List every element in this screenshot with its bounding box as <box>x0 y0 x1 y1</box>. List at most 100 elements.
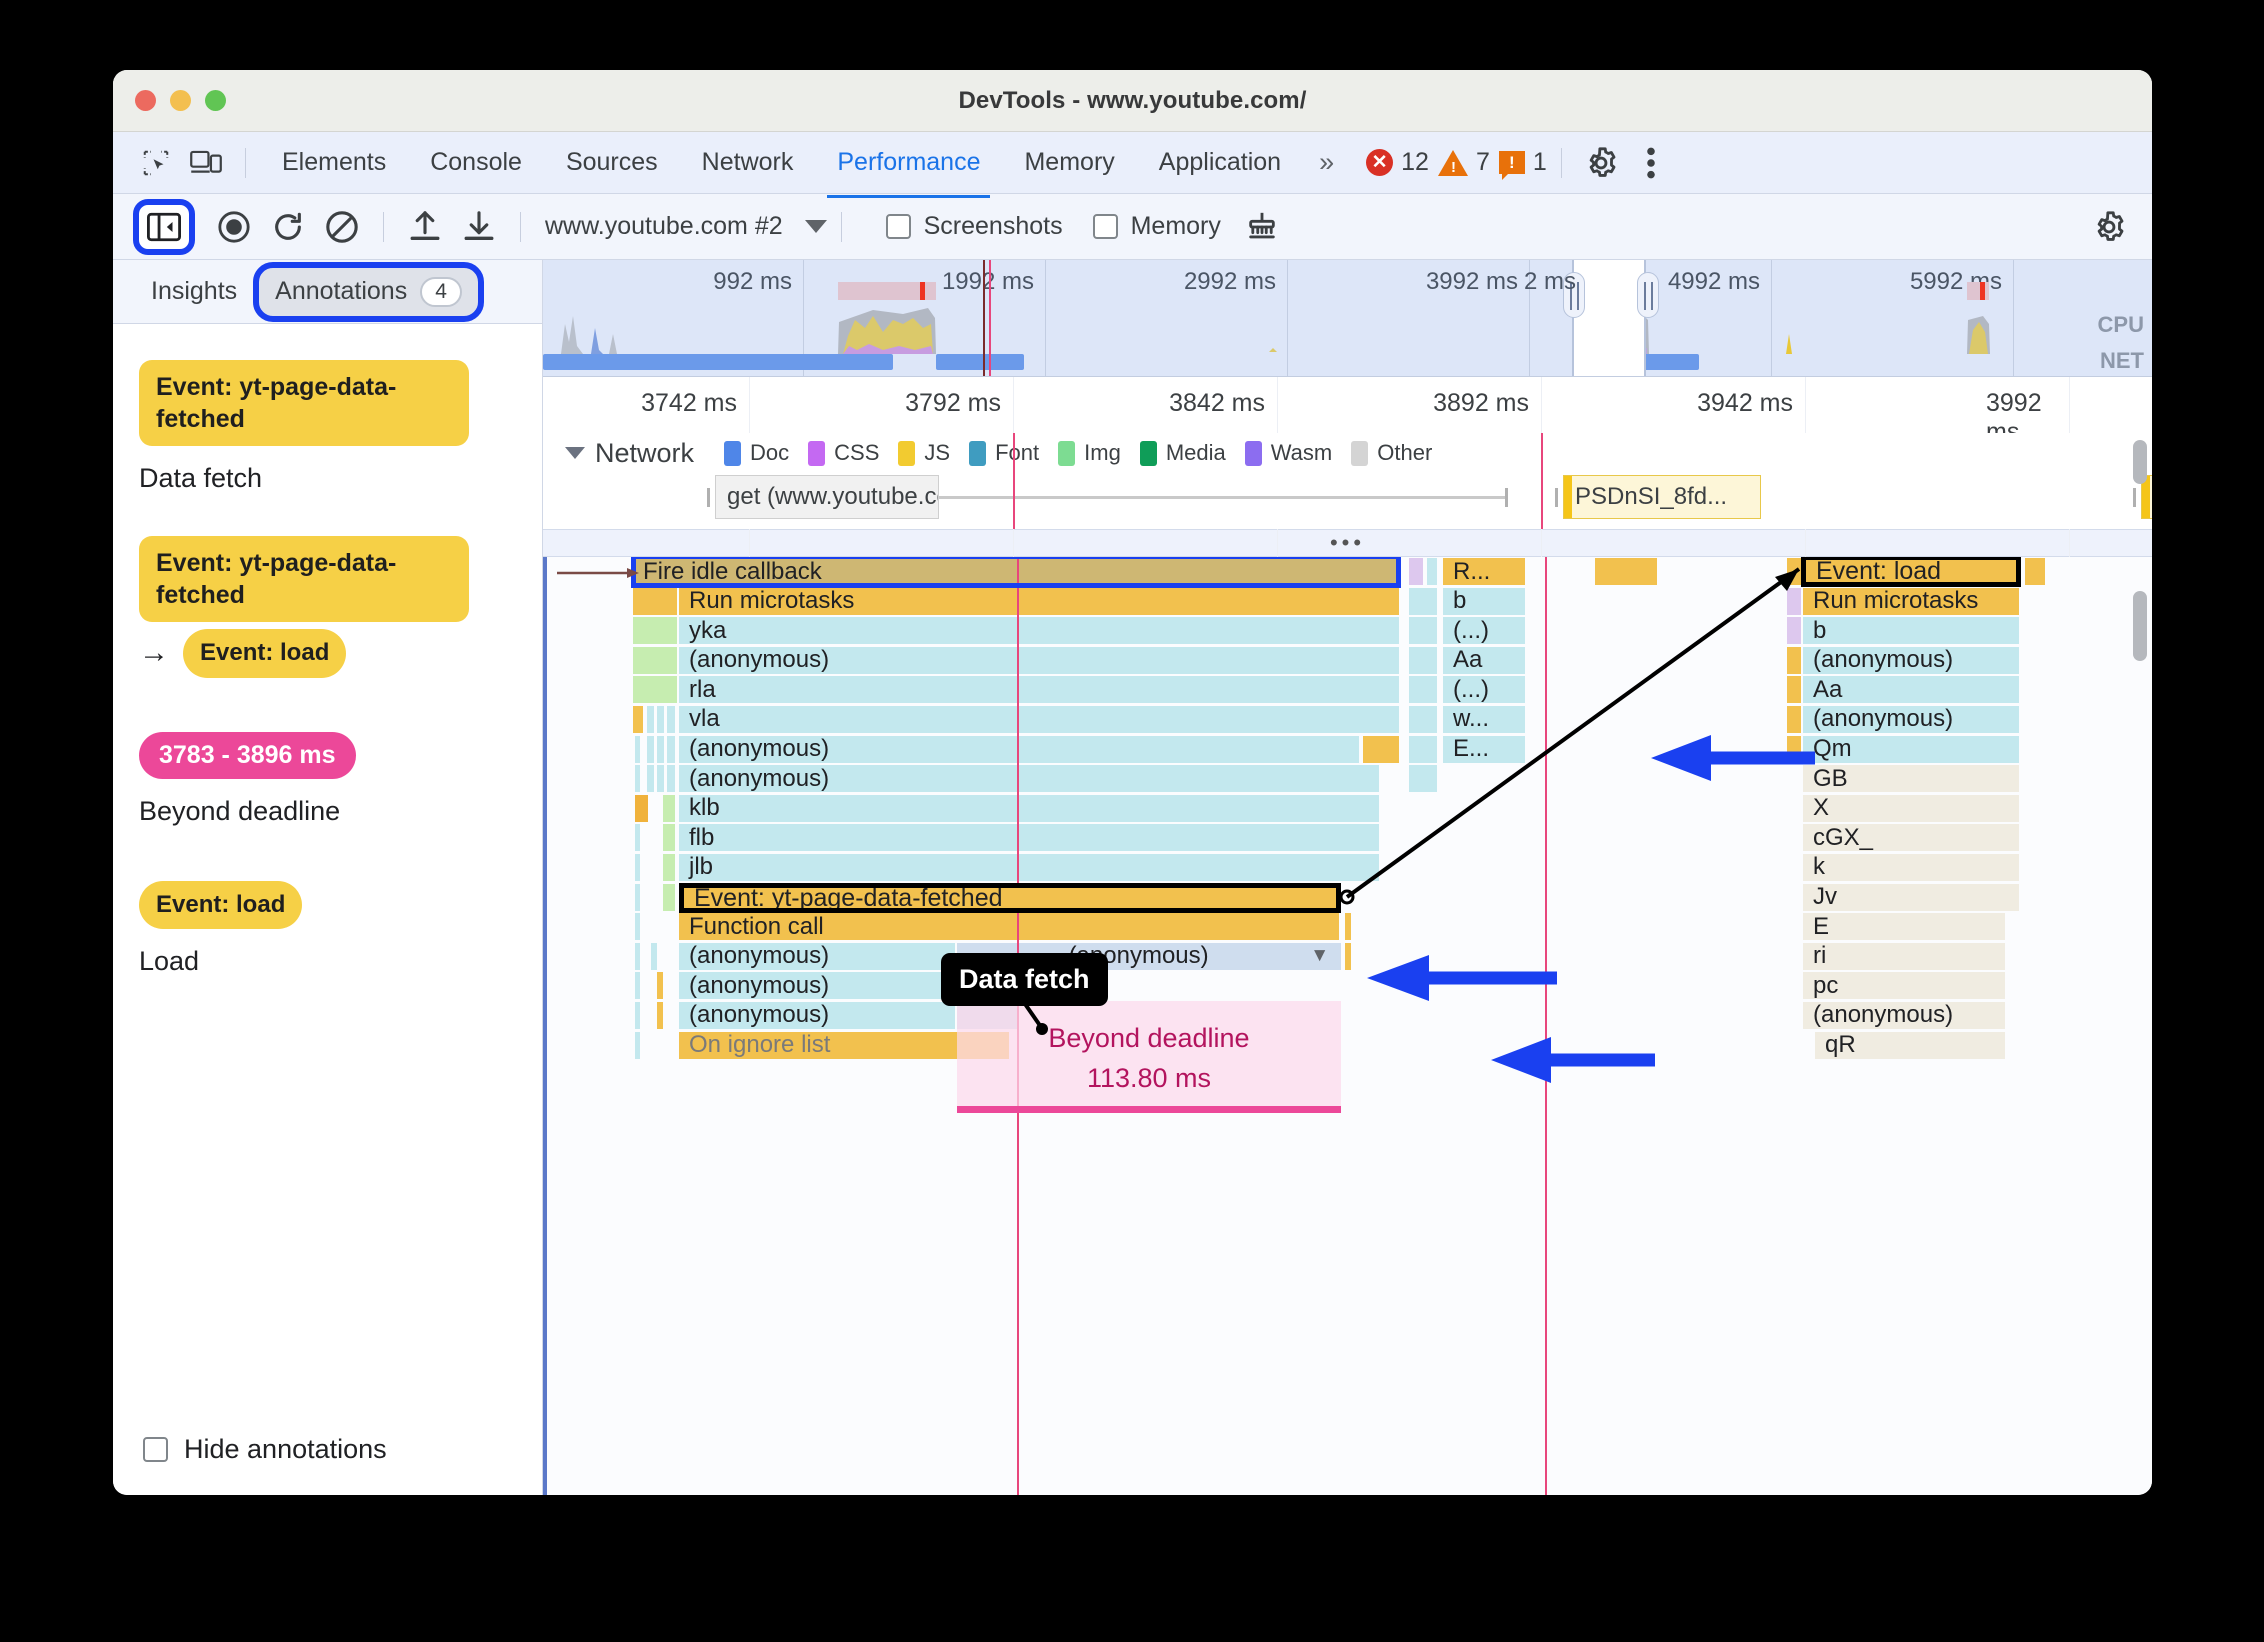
error-count[interactable]: ✕ 12 <box>1366 148 1429 177</box>
annotation-item[interactable]: Event: load Load <box>139 880 542 978</box>
flame-entry[interactable]: (anonymous) <box>1803 1001 2005 1029</box>
annotation-item[interactable]: 3783 - 3896 ms Beyond deadline <box>139 731 542 827</box>
tab-sources[interactable]: Sources <box>544 138 680 187</box>
flame-entry[interactable]: qR <box>1815 1031 2005 1059</box>
timeline-overview[interactable]: 992 ms 1992 ms 2992 ms 3992 ms 4992 ms 5… <box>543 260 2152 377</box>
flame-entry[interactable] <box>2025 558 2045 585</box>
chevron-down-icon[interactable]: ▼ <box>1310 945 1329 967</box>
flame-entry[interactable]: jlb <box>679 853 1379 881</box>
flame-entry[interactable]: pc <box>1803 972 2005 1000</box>
flame-scrollbar[interactable] <box>2133 591 2147 661</box>
flame-entry[interactable] <box>1787 587 1801 615</box>
flame-entry[interactable] <box>1363 735 1399 763</box>
annotation-chip-target[interactable]: Event: load <box>183 629 347 678</box>
flame-entry[interactable]: (anonymous) <box>679 765 1379 793</box>
flame-entry[interactable] <box>663 853 675 881</box>
flame-entry[interactable] <box>667 705 675 733</box>
flame-entry[interactable]: flb <box>679 824 1379 852</box>
memory-checkbox[interactable]: Memory <box>1092 212 1221 241</box>
flame-entry[interactable]: vla <box>679 705 1399 733</box>
tab-console[interactable]: Console <box>408 138 544 187</box>
flame-entry[interactable] <box>1787 617 1801 645</box>
flame-chart[interactable]: Fire idle callback R... Run microtasks b… <box>543 557 2152 1495</box>
flame-entry[interactable]: Function call <box>679 913 1339 941</box>
flame-entry[interactable] <box>1409 735 1437 763</box>
tab-network[interactable]: Network <box>680 138 816 187</box>
flame-entry[interactable]: Fire idle callback <box>633 558 1399 585</box>
flame-entry[interactable] <box>663 824 675 852</box>
flame-entry[interactable] <box>667 735 675 763</box>
flame-entry[interactable] <box>647 765 654 793</box>
flame-entry[interactable] <box>647 735 654 763</box>
flame-entry[interactable]: (anonymous) <box>1803 646 2019 674</box>
tab-application[interactable]: Application <box>1137 138 1303 187</box>
more-vertical-icon[interactable] <box>1626 140 1676 186</box>
sidebar-toggle-button[interactable] <box>133 198 195 255</box>
tab-elements[interactable]: Elements <box>260 138 408 187</box>
flame-entry[interactable] <box>663 794 675 822</box>
flame-entry[interactable] <box>633 676 677 704</box>
flame-entry[interactable] <box>657 705 664 733</box>
sidebar-tab-annotations[interactable]: Annotations 4 <box>253 261 484 322</box>
flame-entry[interactable] <box>635 913 640 941</box>
warning-count[interactable]: ! 7 <box>1437 148 1490 177</box>
capture-settings-button[interactable] <box>2082 202 2136 252</box>
collect-garbage-button[interactable] <box>1235 202 1289 252</box>
close-window-button[interactable] <box>135 90 156 111</box>
flame-entry[interactable]: b <box>1803 617 2019 645</box>
flame-entry[interactable]: E... <box>1443 735 1525 763</box>
flame-entry[interactable]: Qm <box>1803 735 2019 763</box>
flame-entry[interactable]: (...) <box>1443 617 1525 645</box>
annotation-chip[interactable]: Event: yt-page-data-fetched <box>139 536 469 622</box>
track-divider[interactable]: ••• <box>543 529 2152 557</box>
network-track-header[interactable]: Network Doc CSS JS Font Img Media Wasm O… <box>543 433 2152 475</box>
maximize-window-button[interactable] <box>205 90 226 111</box>
flame-entry[interactable]: k <box>1803 853 2019 881</box>
annotation-chip[interactable]: Event: yt-page-data-fetched <box>139 360 469 446</box>
flame-entry[interactable]: E <box>1803 913 2005 941</box>
flame-entry[interactable] <box>1595 558 1657 585</box>
flame-entry[interactable] <box>1409 676 1437 704</box>
flame-entry[interactable] <box>1409 558 1423 585</box>
flame-entry[interactable]: klb <box>679 794 1379 822</box>
flame-entry[interactable]: (anonymous) <box>679 646 1399 674</box>
save-profile-button[interactable] <box>452 202 506 252</box>
info-count[interactable]: ! 1 <box>1498 148 1547 180</box>
hide-annotations-checkbox[interactable]: Hide annotations <box>143 1434 387 1465</box>
flame-entry[interactable]: X <box>1803 794 2019 822</box>
flame-entry[interactable] <box>1409 765 1437 793</box>
flame-entry[interactable] <box>633 705 643 733</box>
flame-entry[interactable] <box>1345 942 1351 970</box>
flame-entry[interactable] <box>667 765 675 793</box>
flame-entry[interactable] <box>635 824 640 852</box>
flame-entry[interactable] <box>657 972 663 1000</box>
load-profile-button[interactable] <box>398 202 452 252</box>
annotation-chip[interactable]: Event: load <box>139 880 303 930</box>
network-request[interactable]: get (www.youtube.co... <box>715 475 939 519</box>
flame-entry[interactable]: Aa <box>1803 676 2019 704</box>
flame-entry[interactable]: Run microtasks <box>1803 587 2019 615</box>
flame-entry[interactable]: b <box>1443 587 1525 615</box>
highlighted-entry-load[interactable]: Event: load <box>1801 557 2021 587</box>
annotation-item[interactable]: Event: yt-page-data-fetched Data fetch <box>139 360 542 494</box>
flame-entry[interactable]: (anonymous) <box>679 942 955 970</box>
flame-entry[interactable] <box>635 1001 640 1029</box>
flame-entry[interactable]: R... <box>1443 558 1525 585</box>
flame-entry[interactable] <box>635 972 640 1000</box>
flame-entry[interactable]: w... <box>1443 705 1525 733</box>
flame-entry[interactable] <box>1409 646 1437 674</box>
flame-entry[interactable] <box>647 705 654 733</box>
annotation-item[interactable]: Event: yt-page-data-fetched → Event: loa… <box>139 536 542 678</box>
minimize-window-button[interactable] <box>170 90 191 111</box>
flame-entry[interactable] <box>635 794 648 822</box>
reload-and-record-button[interactable] <box>261 202 315 252</box>
flame-entry[interactable] <box>1345 913 1351 941</box>
flame-entry[interactable] <box>1787 646 1801 674</box>
more-tabs-icon[interactable]: » <box>1303 141 1350 184</box>
flame-entry[interactable] <box>1409 705 1437 733</box>
flame-entry[interactable]: ri <box>1803 942 2005 970</box>
gear-icon[interactable] <box>1576 140 1626 186</box>
flame-entry[interactable]: Jv <box>1803 883 2019 911</box>
flame-entry[interactable]: cGX_ <box>1803 824 2019 852</box>
flame-entry[interactable]: (...) <box>1443 676 1525 704</box>
